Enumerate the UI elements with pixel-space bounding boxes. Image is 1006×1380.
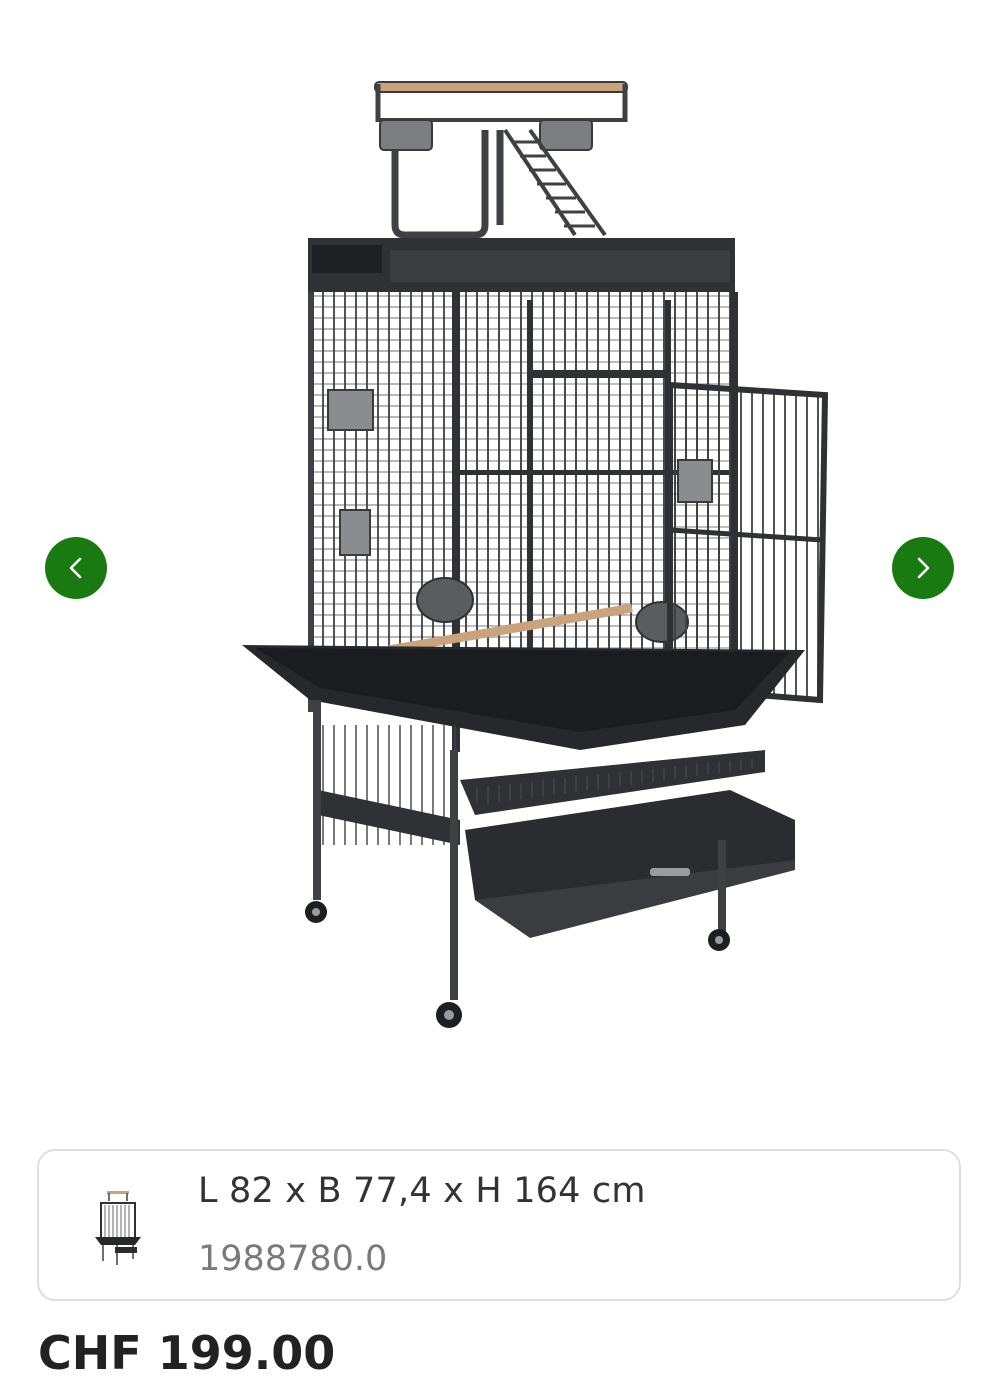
- product-price: CHF 199.00: [38, 1326, 336, 1380]
- variant-thumbnail: [95, 1191, 141, 1265]
- gallery-prev-button[interactable]: [45, 537, 107, 599]
- variant-article-number: 1988780.0: [198, 1239, 388, 1279]
- chevron-left-icon: [69, 557, 82, 579]
- chevron-right-icon: [917, 557, 930, 579]
- gallery-next-button[interactable]: [892, 537, 954, 599]
- product-image-bird-cage: [242, 81, 829, 1028]
- variant-dimensions: L 82 x B 77,4 x H 164 cm: [198, 1171, 646, 1211]
- variant-card[interactable]: L 82 x B 77,4 x H 164 cm 1988780.0: [37, 1149, 961, 1301]
- product-gallery: [0, 0, 1006, 1130]
